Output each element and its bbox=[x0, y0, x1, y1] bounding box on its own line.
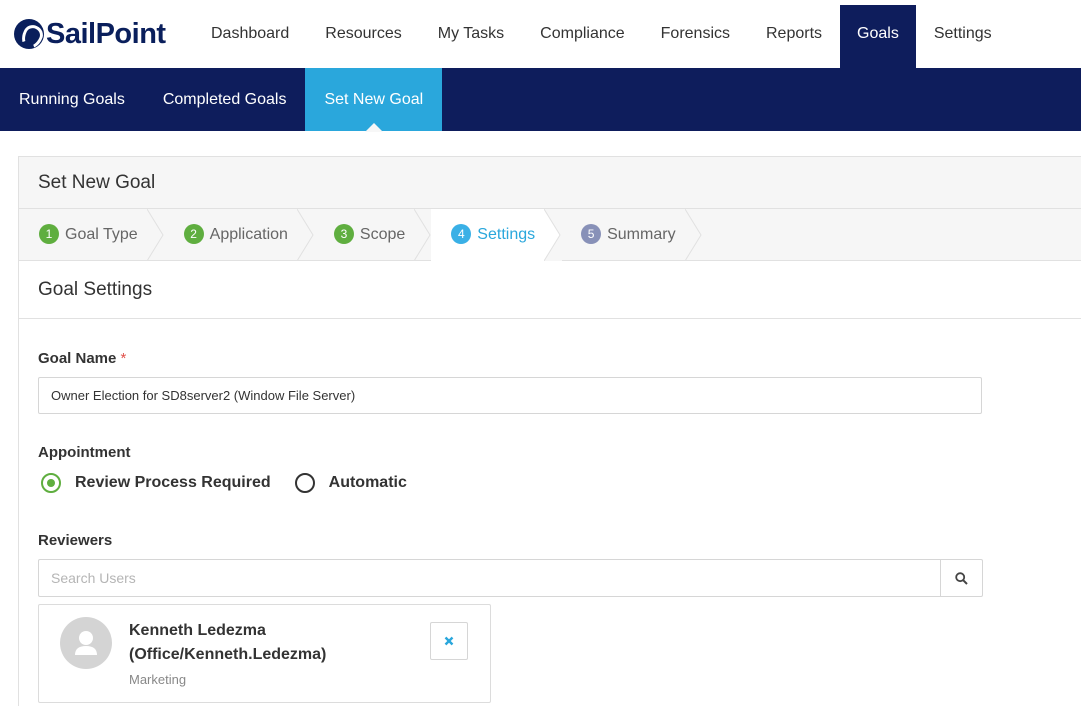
step-label: Goal Type bbox=[65, 226, 138, 243]
main-nav: Dashboard Resources My Tasks Compliance … bbox=[193, 0, 1010, 68]
step-number-badge: 1 bbox=[39, 224, 59, 244]
step-number-badge: 3 bbox=[333, 224, 354, 244]
step-number-badge: 4 bbox=[451, 224, 472, 244]
required-marker: * bbox=[120, 350, 127, 367]
user-avatar-icon bbox=[75, 631, 97, 655]
search-icon bbox=[955, 571, 968, 585]
reviewer-department: Marketing bbox=[129, 672, 187, 687]
top-navbar: SailPoint Dashboard Resources My Tasks C… bbox=[0, 0, 1081, 68]
wizard-step-application[interactable]: 2 Application bbox=[164, 209, 314, 261]
chevron-right-icon bbox=[684, 209, 703, 261]
wizard-step-scope[interactable]: 3 Scope bbox=[314, 209, 431, 261]
wizard-step-summary[interactable]: 5 Summary bbox=[561, 209, 703, 261]
reviewer-name: Kenneth Ledezma (Office/Kenneth.Ledezma) bbox=[129, 619, 409, 667]
avatar bbox=[60, 617, 112, 669]
brand-name: SailPoint bbox=[46, 17, 166, 50]
goal-name-label: Goal Name * bbox=[38, 350, 126, 367]
chevron-right-icon bbox=[544, 209, 563, 261]
section-title: Goal Settings bbox=[19, 261, 1081, 319]
step-number-badge: 2 bbox=[183, 224, 204, 244]
nav-item-dashboard[interactable]: Dashboard bbox=[193, 0, 307, 68]
radio-label-automatic[interactable]: Automatic bbox=[329, 474, 407, 492]
set-new-goal-panel: Set New Goal 1 Goal Type 2 Application 3 Sc… bbox=[18, 156, 1081, 706]
chevron-right-icon bbox=[414, 209, 432, 261]
step-label: Scope bbox=[359, 226, 406, 243]
reviewer-display-name: Kenneth Ledezma bbox=[129, 622, 266, 639]
nav-item-settings[interactable]: Settings bbox=[916, 0, 1010, 68]
search-button[interactable] bbox=[940, 560, 982, 596]
nav-item-goals[interactable]: Goals bbox=[840, 5, 916, 68]
radio-review-process-required[interactable] bbox=[41, 473, 61, 493]
wizard-step-settings[interactable]: 4 Settings bbox=[431, 209, 563, 261]
sub-navbar: Running Goals Completed Goals Set New Go… bbox=[0, 68, 1081, 132]
close-icon bbox=[444, 636, 454, 646]
nav-item-resources[interactable]: Resources bbox=[307, 0, 419, 68]
wizard-steps: 1 Goal Type 2 Application 3 Scope 4 Settings… bbox=[19, 209, 1081, 261]
subnav-running-goals[interactable]: Running Goals bbox=[0, 68, 144, 131]
nav-item-reports[interactable]: Reports bbox=[748, 0, 840, 68]
nav-item-compliance[interactable]: Compliance bbox=[522, 0, 642, 68]
reviewer-card: Kenneth Ledezma (Office/Kenneth.Ledezma)… bbox=[38, 604, 491, 703]
chevron-right-icon bbox=[296, 209, 315, 261]
wizard-step-goal-type[interactable]: 1 Goal Type bbox=[19, 209, 164, 261]
reviewer-search bbox=[38, 559, 983, 597]
appointment-label: Appointment bbox=[38, 444, 131, 461]
subnav-set-new-goal[interactable]: Set New Goal bbox=[305, 68, 443, 132]
goals-subnav: Running Goals Completed Goals Set New Go… bbox=[0, 68, 1081, 132]
goal-name-label-text: Goal Name bbox=[38, 350, 117, 367]
subnav-completed-goals[interactable]: Completed Goals bbox=[144, 68, 306, 131]
remove-reviewer-button[interactable] bbox=[430, 622, 468, 660]
search-users-input[interactable] bbox=[39, 560, 940, 596]
chevron-right-icon bbox=[146, 209, 165, 261]
nav-item-forensics[interactable]: Forensics bbox=[643, 0, 748, 68]
nav-item-my-tasks[interactable]: My Tasks bbox=[420, 0, 522, 68]
reviewers-label: Reviewers bbox=[38, 532, 113, 549]
radio-label-review-process[interactable]: Review Process Required bbox=[75, 474, 271, 492]
step-label: Settings bbox=[477, 226, 536, 243]
sailpoint-logo[interactable]: SailPoint bbox=[14, 17, 166, 51]
step-label: Application bbox=[209, 226, 288, 243]
step-label: Summary bbox=[607, 226, 676, 243]
step-number-badge: 5 bbox=[581, 224, 602, 244]
sailpoint-logo-icon bbox=[14, 19, 44, 49]
appointment-radio-group: Review Process Required Automatic bbox=[41, 473, 407, 493]
goal-name-field[interactable]: Owner Election for SD8server2 (Window Fi… bbox=[38, 377, 982, 414]
panel-title: Set New Goal bbox=[19, 157, 1081, 209]
radio-automatic[interactable] bbox=[294, 473, 315, 493]
reviewer-account: (Office/Kenneth.Ledezma) bbox=[129, 646, 327, 663]
